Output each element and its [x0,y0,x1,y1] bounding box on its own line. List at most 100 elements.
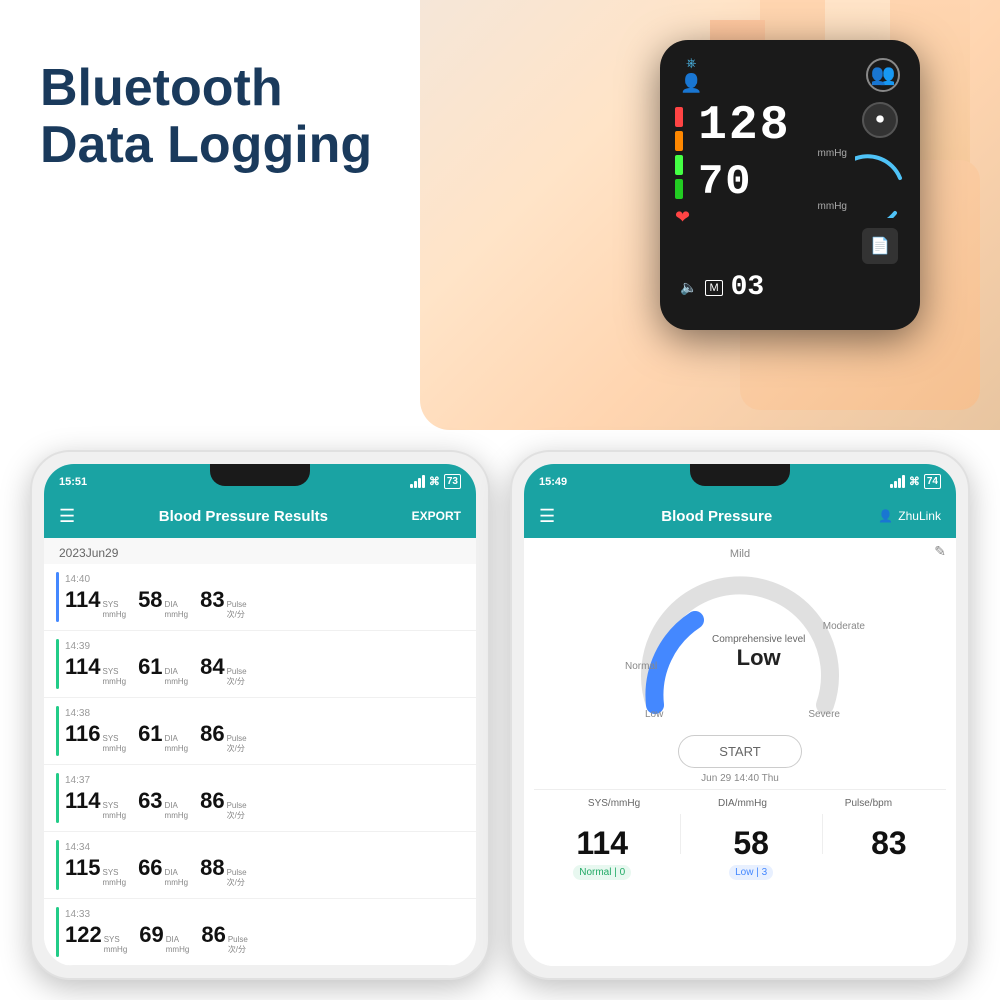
battery-right: 74 [924,474,941,489]
reading-item[interactable]: 14:33 122 SYSmmHg 69 DIAmmHg 86 Pulse次/分 [44,899,476,966]
stat-dia-badge: Low | 3 [729,865,773,880]
reading-sys-sub: SYSmmHg [103,600,127,619]
reading-item[interactable]: 14:39 114 SYSmmHg 61 DIAmmHg 84 Pulse次/分 [44,631,476,698]
app-header-left: ☰ Blood Pressure Results EXPORT [44,494,476,538]
date-label-left: 2023Jun29 [44,538,476,564]
monitor-controls: ⏺ 📄 [855,102,905,264]
user-avatar-icon: 👤 [878,509,893,523]
reading-dia: 61 [138,654,162,680]
title-line1: Bluetooth [40,60,372,117]
app-title-right: Blood Pressure [661,508,772,525]
reading-bar [56,840,59,890]
reading-dia-sub: DIAmmHg [165,667,189,686]
readings-list: 14:40 114 SYSmmHg 58 DIAmmHg 83 Pulse次/分 [44,564,476,966]
stat-header-dia: DIA/mmHg [718,798,767,809]
stat-header-pulse: Pulse/bpm [845,798,892,809]
reading-time: 14:34 [65,842,464,853]
app-header-right: ☰ Blood Pressure 👤 ZhuLink [524,494,956,538]
reading-sys-group: 114 SYSmmHg [65,654,126,686]
phone-screen-left: 15:51 ⌘ 73 ☰ Blood Pressure Results EXPO… [44,464,476,966]
reading-sys: 115 [65,855,101,881]
reading-pulse-sub: Pulse次/分 [227,600,247,619]
monitor-dia-value: 70 [698,161,847,203]
reading-values: 114 SYSmmHg 63 DIAmmHg 86 Pulse次/分 [65,788,464,820]
reading-sys: 122 [65,922,102,948]
phones-section: 15:51 ⌘ 73 ☰ Blood Pressure Results EXPO… [0,430,1000,1000]
reading-sys: 114 [65,654,101,680]
user-label: ZhuLink [898,509,941,523]
reading-dia: 63 [138,788,162,814]
monitor-bottom-row: 🔈 M 03 [675,272,905,303]
time-left: 15:51 [59,476,87,488]
reading-item[interactable]: 14:37 114 SYSmmHg 63 DIAmmHg 86 Pulse次/分 [44,765,476,832]
phone-left: 15:51 ⌘ 73 ☰ Blood Pressure Results EXPO… [30,450,490,980]
monitor-display: ❤ 128 mmHg 70 mmHg ⏺ 📄 [675,102,905,264]
user-header-right[interactable]: 👤 ZhuLink [878,509,941,523]
memo-button[interactable]: 📄 [862,228,898,264]
menu-icon-left[interactable]: ☰ [59,506,75,527]
reading-values: 114 SYSmmHg 61 DIAmmHg 84 Pulse次/分 [65,654,464,686]
monitor-sys-value: 128 [698,102,847,150]
reading-dia-group: 61 DIAmmHg [138,721,188,753]
stats-values: 114 Normal | 0 58 Low | 3 83 [549,814,931,880]
reading-time: 14:37 [65,775,464,786]
stat-pulse: 83 [871,825,907,862]
reading-dia-group: 66 DIAmmHg [138,855,188,887]
volume-icon: 🔈 [680,279,697,296]
time-right: 15:49 [539,476,567,488]
bp-monitor-device: ⎈ 👤 👥 ❤ 128 mmHg 70 mmHg [660,40,920,330]
export-button[interactable]: EXPORT [412,509,461,523]
menu-icon-right[interactable]: ☰ [539,506,555,527]
reading-bar [56,907,59,957]
reading-bar [56,572,59,622]
monitor-profile-icon: 👥 [866,58,900,92]
heart-icon: ❤ [675,207,690,228]
battery-left: 73 [444,474,461,489]
top-section: Bluetooth Data Logging ⎈ 👤 👥 [0,0,1000,430]
phone-notch-left [210,464,310,486]
device-area: ⎈ 👤 👥 ❤ 128 mmHg 70 mmHg [420,0,1000,430]
reading-sys-sub: SYSmmHg [104,935,128,954]
stat-sys-value: 114 [573,825,631,862]
gauge-severe-label: Severe [808,709,840,720]
gauge-area: Normal Moderate Low Severe Comprehensive… [640,565,840,725]
reading-dia-sub: DIAmmHg [165,600,189,619]
indicator-red [675,107,683,127]
gauge-normal-label: Normal [625,661,657,672]
reading-time: 14:33 [65,909,464,920]
stat-dia: 58 Low | 3 [729,825,773,880]
status-right-left: ⌘ 73 [410,474,461,489]
reading-item[interactable]: 14:38 116 SYSmmHg 61 DIAmmHg 86 Pulse次/分 [44,698,476,765]
stats-headers: SYS/mmHg DIA/mmHg Pulse/bpm [549,798,931,809]
reading-item[interactable]: 14:34 115 SYSmmHg 66 DIAmmHg 88 Pulse次/分 [44,832,476,899]
reading-time: 14:39 [65,641,464,652]
edit-icon[interactable]: ✎ [934,543,946,560]
stat-sys-badge: Normal | 0 [573,865,631,880]
reading-dia-group: 69 DIAmmHg [139,922,189,954]
gauge-mild-label: Mild [730,548,750,560]
reading-values: 116 SYSmmHg 61 DIAmmHg 86 Pulse次/分 [65,721,464,753]
reading-pulse-sub: Pulse次/分 [228,935,248,954]
gauge-low-label: Low [645,709,663,720]
reading-dia-group: 61 DIAmmHg [138,654,188,686]
reading-pulse: 86 [200,788,224,814]
start-button[interactable]: START [678,735,801,768]
reading-values: 115 SYSmmHg 66 DIAmmHg 88 Pulse次/分 [65,855,464,887]
wifi-icon-right: ⌘ [909,475,920,488]
reading-pulse-group: 86 Pulse次/分 [200,788,247,820]
stat-header-sys: SYS/mmHg [588,798,640,809]
reading-sys-sub: SYSmmHg [103,801,127,820]
reading-pulse-group: 88 Pulse次/分 [200,855,247,887]
power-button[interactable]: ⏺ [862,102,898,138]
reading-sys-group: 122 SYSmmHg [65,922,127,954]
reading-item[interactable]: 14:40 114 SYSmmHg 58 DIAmmHg 83 Pulse次/分 [44,564,476,631]
reading-dia: 69 [139,922,163,948]
stat-dia-value: 58 [729,825,773,862]
reading-sys-sub: SYSmmHg [103,868,127,887]
reading-pulse: 86 [200,721,224,747]
reading-dia: 66 [138,855,162,881]
reading-pulse-sub: Pulse次/分 [227,667,247,686]
pressure-indicators: ❤ [675,102,690,228]
reading-dia-sub: DIAmmHg [165,801,189,820]
reading-pulse: 86 [201,922,225,948]
